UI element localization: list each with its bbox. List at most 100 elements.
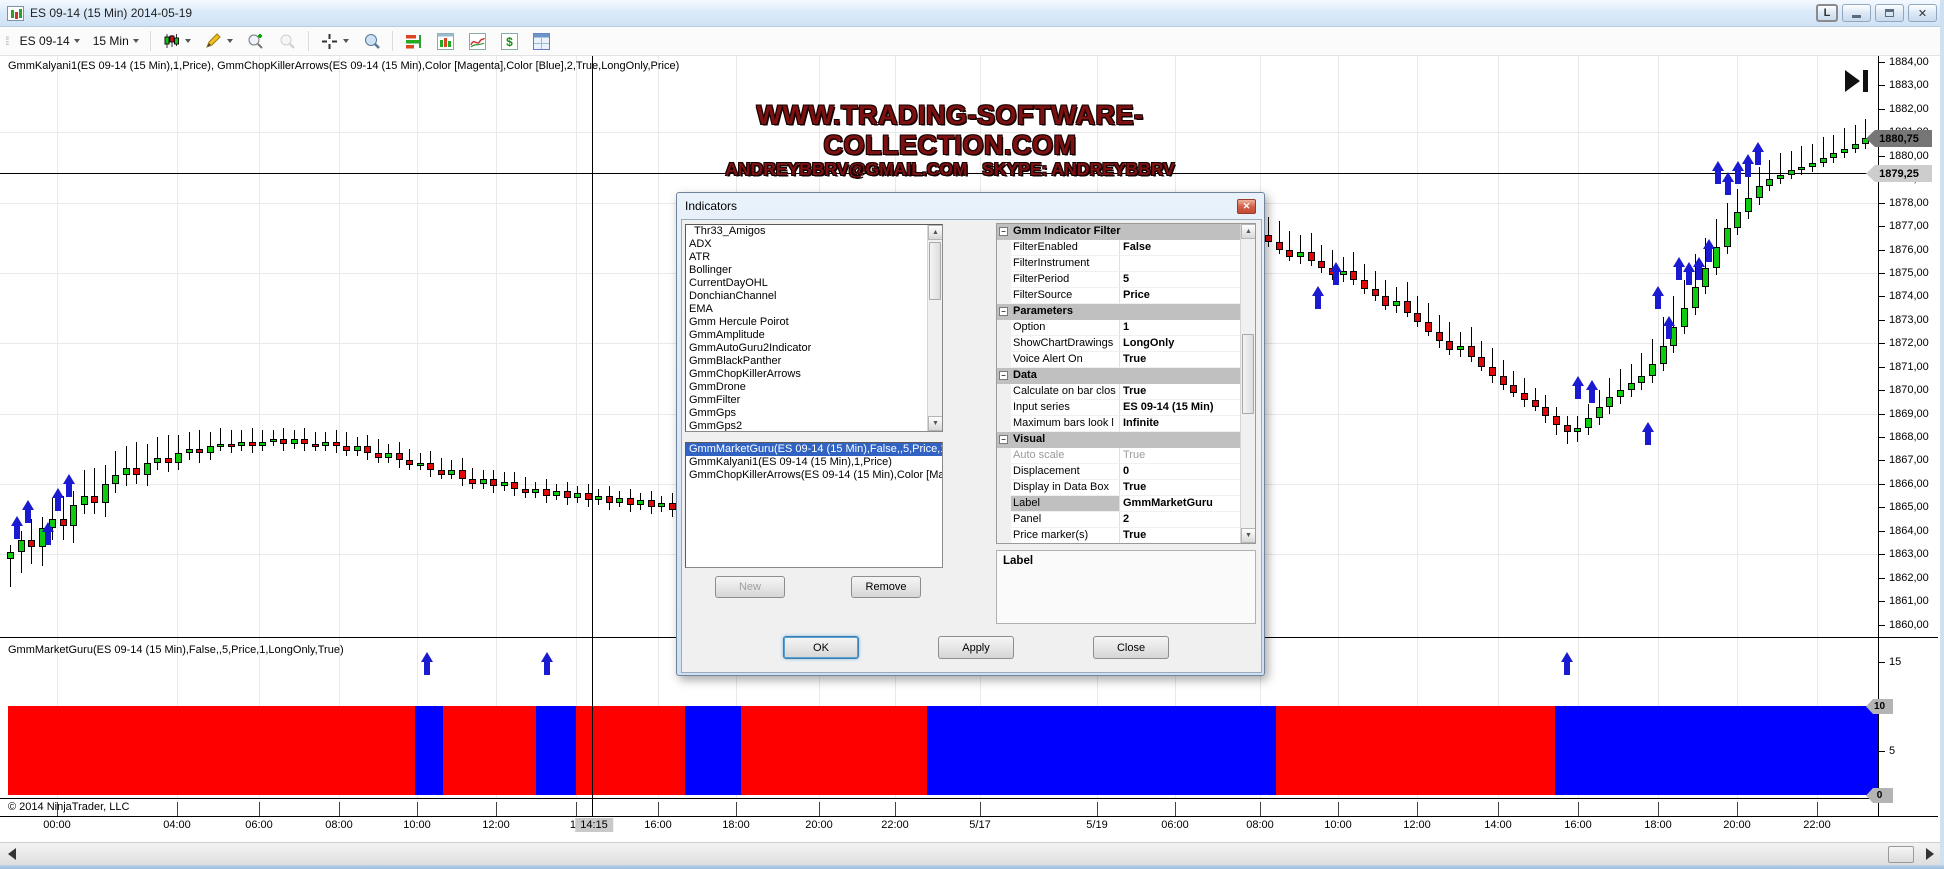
property-row[interactable]: Input seriesES 09-14 (15 Min) xyxy=(997,400,1240,416)
property-name: FilterPeriod xyxy=(1011,272,1120,288)
collapse-icon[interactable]: − xyxy=(999,371,1008,380)
property-value[interactable]: False xyxy=(1120,240,1240,256)
horizontal-scrollbar[interactable] xyxy=(0,842,1944,866)
property-row[interactable]: FilterEnabledFalse xyxy=(997,240,1240,256)
selected-indicator-item[interactable]: GmmMarketGuru(ES 09-14 (15 Min),False,,5… xyxy=(686,443,942,456)
time-tick-label: 5/17 xyxy=(969,819,990,831)
property-row[interactable]: Displacement0 xyxy=(997,464,1240,480)
property-value[interactable]: Infinite xyxy=(1120,416,1240,432)
property-value[interactable]: True xyxy=(1120,352,1240,368)
candle-wick xyxy=(1460,332,1461,357)
property-row[interactable]: Panel2 xyxy=(997,512,1240,528)
property-row[interactable]: FilterSourcePrice xyxy=(997,288,1240,304)
property-value[interactable]: LongOnly xyxy=(1120,336,1240,352)
new-button[interactable]: New xyxy=(715,576,785,598)
candle-wick xyxy=(1812,144,1813,172)
property-value[interactable]: True xyxy=(1120,480,1240,496)
scroll-up-icon[interactable]: ▲ xyxy=(928,225,943,240)
indicator-list-item[interactable]: GmmAutoGuru2Indicator xyxy=(686,342,927,355)
selected-indicators-list[interactable]: GmmMarketGuru(ES 09-14 (15 Min),False,,5… xyxy=(685,442,943,568)
candle-body xyxy=(1297,252,1304,257)
dialog-close-icon[interactable]: ✕ xyxy=(1237,199,1256,214)
collapse-icon[interactable]: − xyxy=(999,435,1008,444)
property-category-row[interactable]: −Gmm Indicator Filter xyxy=(997,224,1240,240)
candle-wick xyxy=(126,446,127,486)
collapse-icon[interactable]: − xyxy=(999,227,1008,236)
property-value[interactable]: 5 xyxy=(1120,272,1240,288)
indicator-list-item[interactable]: ADX xyxy=(686,238,927,251)
property-value[interactable]: GmmMarketGuru xyxy=(1120,496,1240,512)
scrollbar-thumb[interactable] xyxy=(1888,846,1914,863)
scroll-up-icon[interactable]: ▲ xyxy=(1241,224,1256,239)
candle-wick xyxy=(1503,360,1504,390)
property-value[interactable]: Price xyxy=(1120,288,1240,304)
collapse-icon[interactable]: − xyxy=(999,307,1008,316)
indicator-list-item[interactable]: GmmAmplitude xyxy=(686,329,927,342)
property-row[interactable]: Calculate on bar closTrue xyxy=(997,384,1240,400)
selected-indicator-item[interactable]: GmmKalyani1(ES 09-14 (15 Min),1,Price) xyxy=(686,456,942,469)
property-value[interactable]: 2 xyxy=(1120,512,1240,528)
scroll-left-icon[interactable] xyxy=(8,848,16,860)
close-dialog-button[interactable]: Close xyxy=(1093,636,1169,659)
selected-indicator-item[interactable]: GmmChopKillerArrows(ES 09-14 (15 Min),Co… xyxy=(686,469,942,482)
property-grid-scrollbar[interactable]: ▲ ▼ xyxy=(1240,224,1255,543)
candle-body xyxy=(291,439,298,444)
indicator-list-item[interactable]: Thr33_Amigos xyxy=(686,225,927,238)
scrollbar-thumb[interactable] xyxy=(1242,334,1254,414)
property-row[interactable]: Option1 xyxy=(997,320,1240,336)
scrollbar-thumb[interactable] xyxy=(929,242,941,300)
scroll-right-icon[interactable] xyxy=(1926,848,1934,860)
property-row[interactable]: ShowChartDrawingsLongOnly xyxy=(997,336,1240,352)
candle-body xyxy=(28,540,35,547)
property-value[interactable]: 1 xyxy=(1120,320,1240,336)
indicator-list-item[interactable]: GmmGps xyxy=(686,407,927,420)
arrow-head xyxy=(1663,316,1675,326)
go-to-end-icon[interactable] xyxy=(1845,70,1868,92)
property-value[interactable]: True xyxy=(1120,384,1240,400)
property-grid[interactable]: −Gmm Indicator FilterFilterEnabledFalseF… xyxy=(996,223,1256,544)
indicator-list-item[interactable]: EMA xyxy=(686,303,927,316)
property-row[interactable]: Maximum bars look lInfinite xyxy=(997,416,1240,432)
property-row[interactable]: Display in Data BoxTrue xyxy=(997,480,1240,496)
property-category-row[interactable]: −Visual xyxy=(997,432,1240,448)
apply-button[interactable]: Apply xyxy=(938,636,1014,659)
indicator-list-item[interactable]: GmmBlackPanther xyxy=(686,355,927,368)
property-row[interactable]: Auto scaleTrue xyxy=(997,448,1240,464)
indicator-list-item[interactable]: GmmGps2 xyxy=(686,420,927,432)
scroll-down-icon[interactable]: ▼ xyxy=(1241,528,1256,543)
dialog-titlebar[interactable]: Indicators ✕ xyxy=(681,193,1260,219)
candle-body xyxy=(81,496,88,505)
property-row[interactable]: Voice Alert OnTrue xyxy=(997,352,1240,368)
property-value[interactable]: True xyxy=(1120,448,1240,464)
indicator-list-item[interactable]: Gmm Hercule Poirot xyxy=(686,316,927,329)
time-tick xyxy=(496,802,497,816)
indicator-list-item[interactable]: CurrentDayOHL xyxy=(686,277,927,290)
property-name: Display in Data Box xyxy=(1011,480,1120,496)
indicator-list-item[interactable]: Bollinger xyxy=(686,264,927,277)
scroll-down-icon[interactable]: ▼ xyxy=(928,416,943,431)
candle-body xyxy=(1468,346,1475,357)
indicator-list-item[interactable]: GmmDrone xyxy=(686,381,927,394)
indicator-list-item[interactable]: DonchianChannel xyxy=(686,290,927,303)
property-value[interactable]: True xyxy=(1120,528,1240,544)
indicator-list-item[interactable]: GmmChopKillerArrows xyxy=(686,368,927,381)
property-row[interactable]: LabelGmmMarketGuru xyxy=(997,496,1240,512)
remove-button[interactable]: Remove xyxy=(851,576,921,598)
indicator-list-item[interactable]: GmmFilter xyxy=(686,394,927,407)
candle-body xyxy=(249,442,256,446)
arrow-head xyxy=(42,522,54,532)
property-row[interactable]: Price marker(s)True xyxy=(997,528,1240,544)
candle-body xyxy=(1852,144,1859,149)
property-value[interactable] xyxy=(1120,256,1240,272)
available-indicators-list[interactable]: Thr33_AmigosADXATRBollingerCurrentDayOHL… xyxy=(685,224,943,432)
property-category-row[interactable]: −Data xyxy=(997,368,1240,384)
property-value[interactable]: ES 09-14 (15 Min) xyxy=(1120,400,1240,416)
ok-button[interactable]: OK xyxy=(783,636,859,659)
time-axis-line xyxy=(0,816,1938,817)
available-list-scrollbar[interactable]: ▲ ▼ xyxy=(927,225,942,431)
property-category-row[interactable]: −Parameters xyxy=(997,304,1240,320)
property-value[interactable]: 0 xyxy=(1120,464,1240,480)
property-row[interactable]: FilterPeriod5 xyxy=(997,272,1240,288)
property-row[interactable]: FilterInstrument xyxy=(997,256,1240,272)
indicator-list-item[interactable]: ATR xyxy=(686,251,927,264)
